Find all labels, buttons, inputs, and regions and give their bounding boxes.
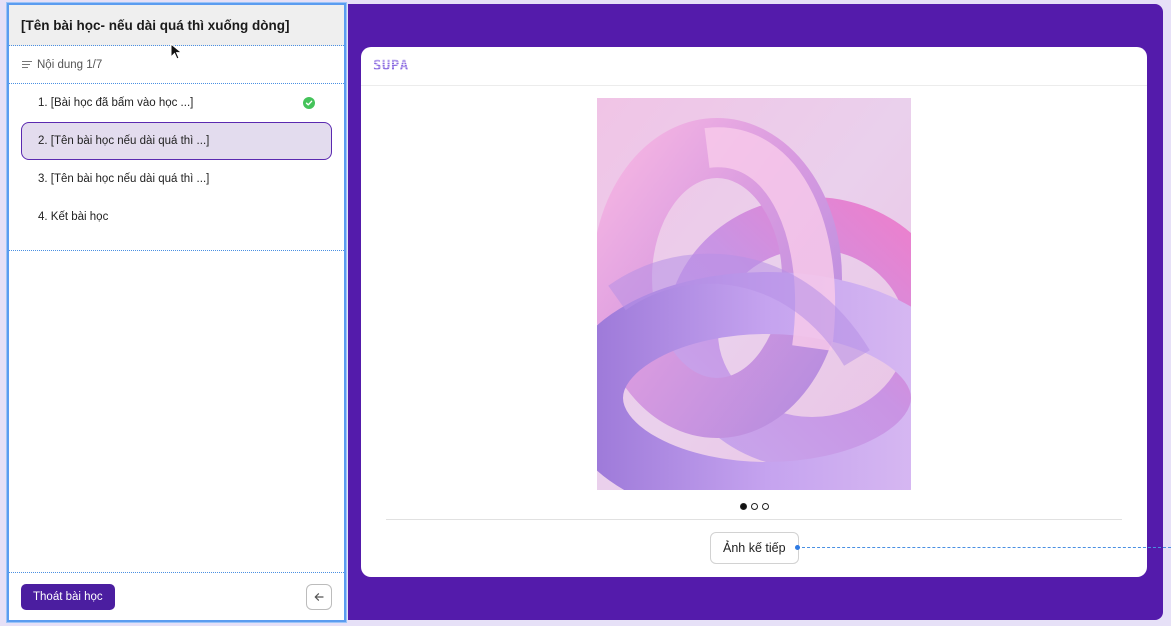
card-header: SUPA <box>361 47 1147 86</box>
lesson-item-4[interactable]: 4. Kết bài học <box>21 198 332 236</box>
lesson-screen: [Tên bài học- nếu dài quá thì xuống dòng… <box>0 0 1171 626</box>
list-icon <box>22 61 32 68</box>
arrow-left-icon <box>314 592 324 601</box>
next-image-button[interactable]: Ảnh kế tiếp <box>710 532 799 564</box>
check-circle-icon <box>303 97 315 109</box>
carousel-dot-3[interactable] <box>761 503 769 510</box>
content-counter-label: Nội dung 1/7 <box>37 58 103 71</box>
divider <box>386 519 1122 520</box>
lesson-item-label: 1. [Bài học đã bấm vào học ...] <box>38 97 194 109</box>
annotation-connector <box>797 547 1171 548</box>
exit-lesson-button[interactable]: Thoát bài học <box>21 583 115 610</box>
collapse-sidebar-button[interactable] <box>306 583 332 610</box>
content-area: SUPA Ảnh kế tiếp <box>348 4 1163 620</box>
carousel-dot-1[interactable] <box>739 503 747 510</box>
lesson-sidebar: [Tên bài học- nếu dài quá thì xuống dòng… <box>6 2 347 623</box>
lesson-list: 1. [Bài học đã bấm vào học ...] 2. [Tên … <box>9 84 344 251</box>
content-card: SUPA Ảnh kế tiếp <box>361 47 1147 577</box>
sidebar-footer: Thoát bài học <box>9 572 344 620</box>
lesson-item-1[interactable]: 1. [Bài học đã bấm vào học ...] <box>21 84 332 122</box>
annotation-anchor <box>795 545 800 550</box>
slide-image <box>597 98 911 490</box>
mouse-cursor-icon <box>170 43 183 60</box>
lesson-item-2[interactable]: 2. [Tên bài học nếu dài quá thì ...] <box>21 122 332 160</box>
carousel-indicator <box>361 503 1147 510</box>
lesson-title: [Tên bài học- nếu dài quá thì xuống dòng… <box>9 5 344 46</box>
supa-logo: SUPA <box>373 58 409 74</box>
carousel-dot-2[interactable] <box>750 503 758 510</box>
lesson-item-label: 3. [Tên bài học nếu dài quá thì ...] <box>38 173 210 185</box>
lesson-item-label: 2. [Tên bài học nếu dài quá thì ...] <box>38 135 210 147</box>
lesson-item-3[interactable]: 3. [Tên bài học nếu dài quá thì ...] <box>21 160 332 198</box>
lesson-item-label: 4. Kết bài học <box>38 211 109 223</box>
